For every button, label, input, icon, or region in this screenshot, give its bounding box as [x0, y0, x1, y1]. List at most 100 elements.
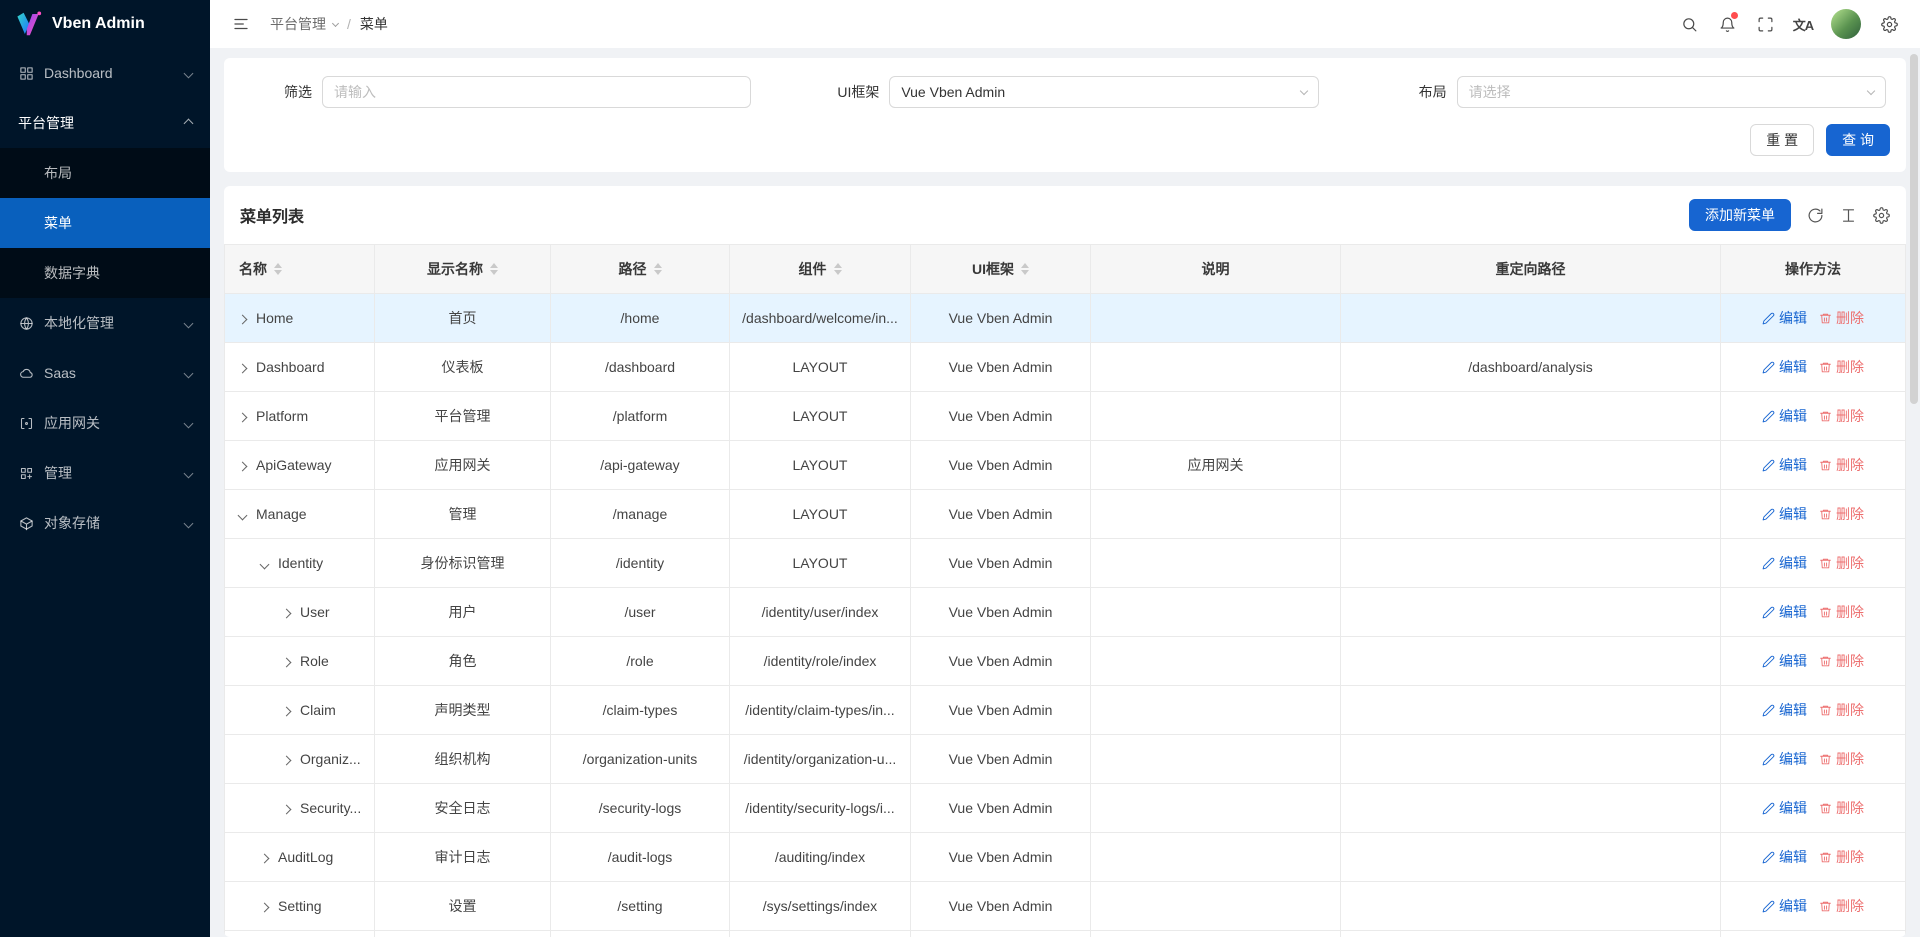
table-row[interactable]: Security... 安全日志/security-logs/identity/…: [225, 784, 1906, 833]
col-header-framework[interactable]: UI框架: [911, 245, 1091, 294]
sort-icon[interactable]: [1021, 263, 1029, 275]
table-row[interactable]: Home 首页/home/dashboard/welcome/in...Vue …: [225, 294, 1906, 343]
table-row[interactable]: Organiz... 组织机构/organization-units/ident…: [225, 735, 1906, 784]
delete-link[interactable]: 删除: [1819, 504, 1864, 524]
expand-row-icon[interactable]: [283, 751, 290, 767]
delete-link[interactable]: 删除: [1819, 308, 1864, 328]
expand-row-icon[interactable]: [239, 310, 246, 326]
delete-link[interactable]: 删除: [1819, 749, 1864, 769]
table-row[interactable]: AuditLog 审计日志/audit-logs/auditing/indexV…: [225, 833, 1906, 882]
edit-link[interactable]: 编辑: [1762, 749, 1807, 769]
layout-select[interactable]: 请选择: [1457, 76, 1886, 108]
expand-row-icon[interactable]: [283, 604, 290, 620]
edit-link[interactable]: 编辑: [1762, 357, 1807, 377]
table-row[interactable]: Platform 平台管理/platformLAYOUTVue Vben Adm…: [225, 392, 1906, 441]
sidebar-item-api-gateway[interactable]: 应用网关: [0, 398, 210, 448]
cell-actions: 编辑删除: [1721, 735, 1906, 784]
expand-row-icon[interactable]: [261, 849, 268, 865]
table-row[interactable]: ApiGateway 应用网关/api-gatewayLAYOUTVue Vbe…: [225, 441, 1906, 490]
col-header-path[interactable]: 路径: [551, 245, 730, 294]
edit-link[interactable]: 编辑: [1762, 896, 1807, 916]
sidebar-item-manage[interactable]: 管理: [0, 448, 210, 498]
sort-icon[interactable]: [834, 263, 842, 275]
edit-link[interactable]: 编辑: [1762, 553, 1807, 573]
search-icon[interactable]: [1672, 7, 1706, 41]
sidebar-item-data-dictionary[interactable]: 数据字典: [0, 248, 210, 298]
notification-bell-icon[interactable]: [1710, 7, 1744, 41]
table-row[interactable]: Dashboard 仪表板/dashboardLAYOUTVue Vben Ad…: [225, 343, 1906, 392]
table-row[interactable]: Manage 管理/manageLAYOUTVue Vben Admin 编辑删…: [225, 490, 1906, 539]
delete-link[interactable]: 删除: [1819, 896, 1864, 916]
edit-link[interactable]: 编辑: [1762, 504, 1807, 524]
logo[interactable]: Vben Admin: [0, 0, 210, 48]
sidebar-item-layout[interactable]: 布局: [0, 148, 210, 198]
sidebar-item-saas[interactable]: Saas: [0, 348, 210, 398]
filter-fields: 筛选 UI框架 Vue Vben Admin 布局 请选择: [240, 76, 1890, 108]
vertical-scrollbar[interactable]: [1910, 54, 1918, 404]
expand-row-icon[interactable]: [239, 359, 246, 375]
cell-name: Setting: [225, 882, 375, 931]
delete-link[interactable]: 删除: [1819, 553, 1864, 573]
table-row[interactable]: User 用户/user/identity/user/indexVue Vben…: [225, 588, 1906, 637]
edit-link[interactable]: 编辑: [1762, 651, 1807, 671]
collapse-row-icon[interactable]: [239, 506, 246, 522]
expand-row-icon[interactable]: [283, 800, 290, 816]
edit-link[interactable]: 编辑: [1762, 798, 1807, 818]
fullscreen-icon[interactable]: [1748, 7, 1782, 41]
sidebar-item-dashboard[interactable]: Dashboard: [0, 48, 210, 98]
sidebar-item-menu[interactable]: 菜单: [0, 198, 210, 248]
delete-link[interactable]: 删除: [1819, 700, 1864, 720]
sort-icon[interactable]: [490, 263, 498, 275]
delete-link[interactable]: 删除: [1819, 455, 1864, 475]
cell-actions: 编辑删除: [1721, 441, 1906, 490]
sidebar-item-platform[interactable]: 平台管理: [0, 98, 210, 148]
col-header-component[interactable]: 组件: [730, 245, 911, 294]
add-menu-button[interactable]: 添加新菜单: [1689, 199, 1791, 231]
table-row[interactable]: Setting 设置/setting/sys/settings/indexVue…: [225, 882, 1906, 931]
expand-row-icon[interactable]: [261, 898, 268, 914]
menu-table-card: 菜单列表 添加新菜单 名称 显示名称 路径 组件 UI框架: [224, 186, 1906, 937]
edit-link[interactable]: 编辑: [1762, 847, 1807, 867]
sort-icon[interactable]: [654, 263, 662, 275]
delete-link[interactable]: 删除: [1819, 602, 1864, 622]
breadcrumb-platform[interactable]: 平台管理: [270, 14, 338, 34]
edit-link[interactable]: 编辑: [1762, 406, 1807, 426]
delete-link[interactable]: 删除: [1819, 847, 1864, 867]
table-row[interactable]: Claim 声明类型/claim-types/identity/claim-ty…: [225, 686, 1906, 735]
delete-link[interactable]: 删除: [1819, 798, 1864, 818]
delete-link[interactable]: 删除: [1819, 651, 1864, 671]
table-row[interactable]: Role 角色/role/identity/role/indexVue Vben…: [225, 637, 1906, 686]
edit-link[interactable]: 编辑: [1762, 308, 1807, 328]
query-button[interactable]: 查 询: [1826, 124, 1890, 156]
sidebar-item-localization[interactable]: 本地化管理: [0, 298, 210, 348]
delete-link[interactable]: 删除: [1819, 406, 1864, 426]
collapse-row-icon[interactable]: [261, 555, 268, 571]
row-height-icon[interactable]: [1840, 207, 1857, 224]
delete-link[interactable]: 删除: [1819, 357, 1864, 377]
expand-row-icon[interactable]: [283, 653, 290, 669]
language-icon[interactable]: 文A: [1786, 7, 1820, 41]
sort-icon[interactable]: [274, 263, 282, 275]
edit-link[interactable]: 编辑: [1762, 602, 1807, 622]
col-header-name[interactable]: 名称: [225, 245, 375, 294]
expand-row-icon[interactable]: [283, 702, 290, 718]
edit-link[interactable]: 编辑: [1762, 455, 1807, 475]
ui-framework-select[interactable]: Vue Vben Admin: [889, 76, 1318, 108]
sidebar-item-object-storage[interactable]: 对象存储: [0, 498, 210, 548]
expand-row-icon[interactable]: [239, 408, 246, 424]
cell-description: [1091, 490, 1341, 539]
reset-button[interactable]: 重 置: [1750, 124, 1814, 156]
filter-input[interactable]: [334, 84, 739, 100]
table-title: 菜单列表: [240, 203, 304, 227]
menu-fold-icon[interactable]: [224, 7, 258, 41]
column-settings-icon[interactable]: [1873, 207, 1890, 224]
breadcrumb: 平台管理 / 菜单: [270, 14, 388, 34]
cell-name: Security...: [225, 784, 375, 833]
edit-link[interactable]: 编辑: [1762, 700, 1807, 720]
refresh-icon[interactable]: [1807, 207, 1824, 224]
settings-gear-icon[interactable]: [1872, 7, 1906, 41]
table-row[interactable]: Identity 身份标识管理/identityLAYOUTVue Vben A…: [225, 539, 1906, 588]
col-header-display-name[interactable]: 显示名称: [375, 245, 551, 294]
avatar[interactable]: [1831, 9, 1861, 39]
expand-row-icon[interactable]: [239, 457, 246, 473]
